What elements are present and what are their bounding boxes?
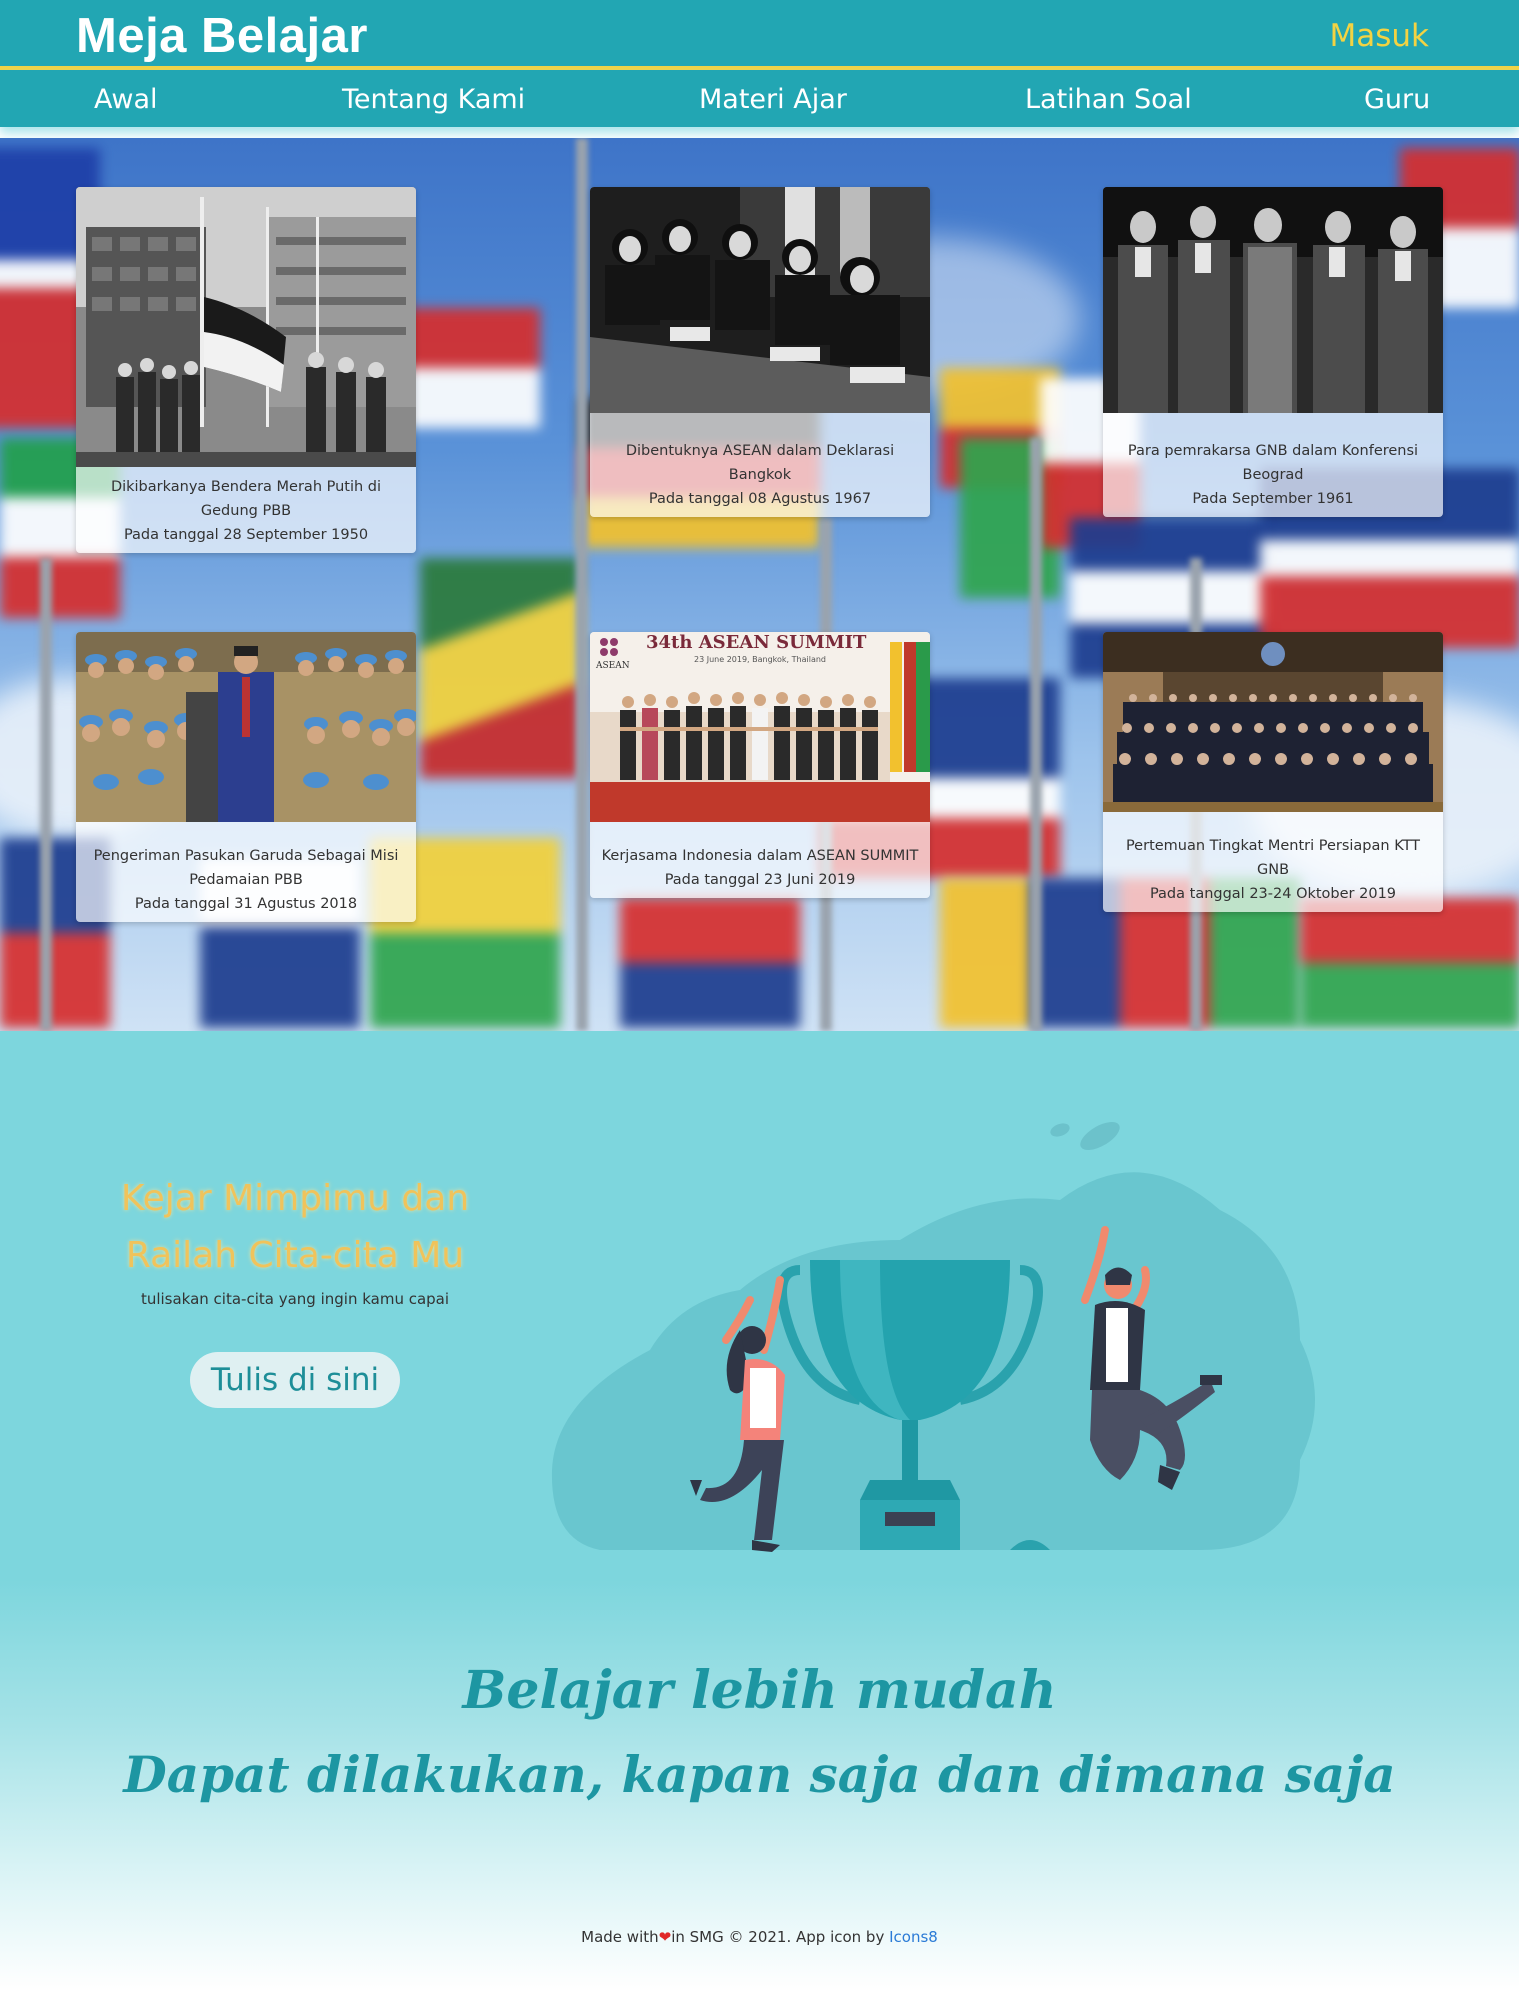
write-here-button[interactable]: Tulis di sini (190, 1352, 400, 1408)
card-title: Kerjasama Indonesia dalam ASEAN SUMMIT (601, 848, 919, 864)
trophy-celebration-illustration (551, 1122, 1315, 1552)
main-nav: Awal Tentang Kami Materi Ajar Latihan So… (0, 70, 1519, 127)
flag (620, 898, 800, 1028)
card-title: Para pemrakarsa GNB dalam Konferensi Beo… (1127, 443, 1419, 483)
summit-banner-title: 34th ASEAN SUMMIT (646, 632, 867, 653)
flag-pole (1030, 438, 1042, 1031)
footer: Made with❤in SMG © 2021. App icon by Ico… (0, 1928, 1519, 1946)
footer-suffix: in SMG © 2021. App icon by (671, 1928, 885, 1946)
nav-item-tentang-kami[interactable]: Tentang Kami (342, 84, 525, 115)
summit-banner-subtitle: 23 June 2019, Bangkok, Thailand (694, 655, 826, 664)
flag (420, 558, 580, 778)
flag (1300, 898, 1519, 1028)
card-caption: Pengeriman Pasukan Garuda Sebagai Misi P… (76, 822, 416, 922)
nav-item-latihan-soal[interactable]: Latihan Soal (1025, 84, 1192, 115)
card-title: Dikibarkanya Bendera Merah Putih di Gedu… (110, 479, 382, 519)
nav-item-materi-ajar[interactable]: Materi Ajar (699, 84, 847, 115)
dream-heading: Kejar Mimpimu dan Railah Cita-cita Mu (80, 1170, 510, 1284)
card-date: Pada tanggal 23-24 Oktober 2019 (1149, 886, 1397, 902)
card-photo-flag-raising (76, 187, 416, 467)
card-photo-asean-summit: ASEAN 34th ASEAN SUMMIT 23 June 2019, Ba… (590, 632, 930, 822)
icons8-link[interactable]: Icons8 (889, 1928, 938, 1946)
card-caption: Pertemuan Tingkat Mentri Persiapan KTT G… (1103, 812, 1443, 912)
history-card[interactable]: Para pemrakarsa GNB dalam Konferensi Beo… (1103, 187, 1443, 517)
dream-subtitle: tulisakan cita-cita yang ingin kamu capa… (140, 1290, 450, 1308)
flag (400, 308, 540, 428)
slogan-line1: Belajar lebih mudah (462, 1660, 1057, 1721)
card-date: Pada tanggal 08 Agustus 1967 (648, 491, 872, 507)
login-link[interactable]: Masuk (1330, 18, 1430, 54)
card-caption: Para pemrakarsa GNB dalam Konferensi Beo… (1103, 413, 1443, 517)
card-photo-gnb-beograd (1103, 187, 1443, 413)
nav-item-guru[interactable]: Guru (1364, 84, 1430, 115)
slogan-line2: Dapat dilakukan, kapan saja dan dimana s… (123, 1745, 1396, 1804)
history-card[interactable]: ASEAN 34th ASEAN SUMMIT 23 June 2019, Ba… (590, 632, 930, 898)
footer-prefix: Made with (581, 1928, 659, 1946)
card-title: Pertemuan Tingkat Mentri Persiapan KTT G… (1125, 838, 1421, 878)
flag-pole (40, 558, 52, 1031)
card-title: Dibentuknya ASEAN dalam Deklarasi Bangko… (625, 443, 895, 483)
card-caption: Dikibarkanya Bendera Merah Putih di Gedu… (76, 467, 416, 553)
history-card[interactable]: Dibentuknya ASEAN dalam Deklarasi Bangko… (590, 187, 930, 517)
history-card[interactable]: Pertemuan Tingkat Mentri Persiapan KTT G… (1103, 632, 1443, 912)
card-date: Pada September 1961 (1192, 491, 1354, 507)
dream-title-line1: Kejar Mimpimu dan (120, 1178, 470, 1219)
history-card[interactable]: Dikibarkanya Bendera Merah Putih di Gedu… (76, 187, 416, 553)
dream-title-line2: Railah Cita-cita Mu (125, 1235, 465, 1276)
card-date: Pada tanggal 31 Agustus 2018 (134, 896, 358, 912)
asean-logo-text: ASEAN (595, 661, 630, 671)
history-card[interactable]: Pengeriman Pasukan Garuda Sebagai Misi P… (76, 632, 416, 922)
nav-item-awal[interactable]: Awal (94, 84, 158, 115)
card-date: Pada tanggal 28 September 1950 (123, 527, 369, 543)
site-brand[interactable]: Meja Belajar (76, 8, 368, 64)
card-photo-asean-declaration (590, 187, 930, 413)
card-photo-garuda-troops (76, 632, 416, 822)
card-date: Pada tanggal 23 Juni 2019 (664, 872, 856, 888)
top-header: Meja Belajar Masuk (0, 0, 1519, 70)
card-photo-gnb-meeting (1103, 632, 1443, 812)
card-caption: Kerjasama Indonesia dalam ASEAN SUMMIT P… (590, 822, 930, 898)
heart-icon: ❤ (658, 1928, 672, 1946)
flag-pole (576, 138, 588, 1031)
card-caption: Dibentuknya ASEAN dalam Deklarasi Bangko… (590, 413, 930, 517)
card-title: Pengeriman Pasukan Garuda Sebagai Misi P… (93, 848, 399, 888)
